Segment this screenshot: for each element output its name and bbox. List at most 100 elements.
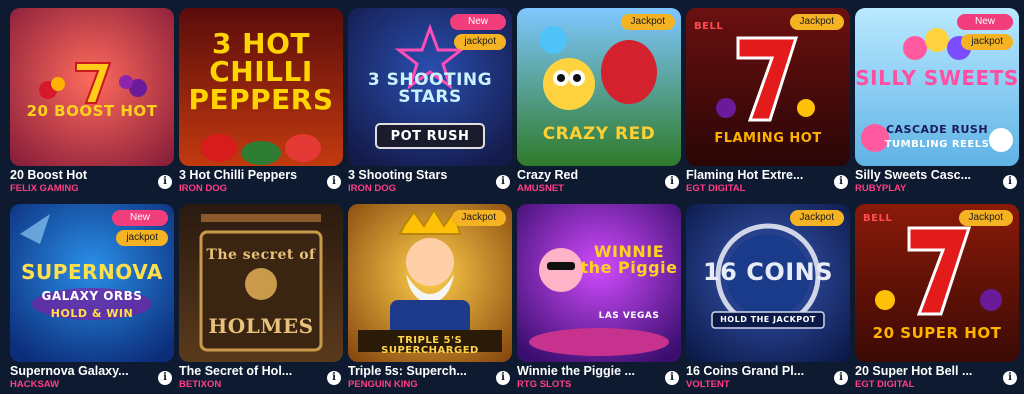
game-card-3-hot-chilli-peppers[interactable]: 3 HOT CHILLI PEPPERS 3 Hot Chilli Pepper… bbox=[179, 8, 343, 198]
game-provider: BETIXON bbox=[179, 379, 222, 390]
game-title[interactable]: 3 Shooting Stars bbox=[348, 168, 493, 182]
info-icon[interactable]: i bbox=[834, 371, 848, 385]
game-provider: PENGUIN KING bbox=[348, 379, 418, 390]
game-card-triple-5s-supercharged[interactable]: TRIPLE 5's SUPERCHARGED Jackpot Triple 5… bbox=[348, 204, 512, 394]
game-card-secret-of-holmes[interactable]: The secret of HOLMES The Secret of Hol..… bbox=[179, 204, 343, 394]
info-icon[interactable]: i bbox=[665, 371, 679, 385]
game-art-tagline: TUMBLING REELS bbox=[884, 139, 990, 150]
info-icon[interactable]: i bbox=[496, 371, 510, 385]
game-provider: EGT DIGITAL bbox=[855, 379, 915, 390]
badge-jackpot: Jackpot bbox=[789, 210, 844, 226]
game-thumbnail[interactable]: TRIPLE 5's SUPERCHARGED Jackpot bbox=[348, 204, 512, 362]
badge-jackpot: jackpot bbox=[961, 34, 1013, 50]
game-thumbnail[interactable]: 3 HOT CHILLI PEPPERS bbox=[179, 8, 343, 166]
game-provider: EGT DIGITAL bbox=[686, 183, 746, 194]
game-title[interactable]: 3 Hot Chilli Peppers bbox=[179, 168, 324, 182]
game-art-subtitle: POT RUSH bbox=[390, 129, 470, 144]
badge-jackpot: Jackpot bbox=[451, 210, 506, 226]
game-art-title: WINNIE the Piggie bbox=[580, 242, 678, 277]
info-icon[interactable]: i bbox=[327, 175, 341, 189]
game-title[interactable]: The Secret of Hol... bbox=[179, 364, 324, 378]
game-art-subtitle: HOLMES bbox=[208, 314, 314, 338]
game-title[interactable]: 20 Boost Hot bbox=[10, 168, 155, 182]
badge-group: New jackpot bbox=[449, 14, 506, 50]
game-thumbnail[interactable]: The secret of HOLMES bbox=[179, 204, 343, 362]
badge-group: Jackpot bbox=[789, 14, 844, 30]
game-art-title: SILLY SWEETS bbox=[855, 66, 1019, 90]
game-title[interactable]: Crazy Red bbox=[517, 168, 662, 182]
info-icon[interactable]: i bbox=[1003, 371, 1017, 385]
badge-jackpot: Jackpot bbox=[789, 14, 844, 30]
game-thumbnail[interactable]: 20 BOOST HOT bbox=[10, 8, 174, 166]
detective-icon bbox=[179, 204, 343, 362]
badge-new: New bbox=[956, 14, 1013, 30]
game-thumbnail[interactable]: SUPERNOVA GALAXY ORBS HOLD & WIN New jac… bbox=[10, 204, 174, 362]
game-art-title: 3 HOT CHILLI PEPPERS bbox=[188, 27, 334, 116]
game-card-20-super-hot-bell[interactable]: BELL 20 SUPER HOT Jackpot 20 Super Hot B… bbox=[855, 204, 1019, 394]
game-title[interactable]: Flaming Hot Extre... bbox=[686, 168, 831, 182]
game-card-20-boost-hot[interactable]: 20 BOOST HOT 20 Boost Hot FELIX GAMING i bbox=[10, 8, 174, 198]
game-provider: VOLTENT bbox=[686, 379, 730, 390]
game-title[interactable]: 20 Super Hot Bell ... bbox=[855, 364, 1000, 378]
game-art-tagline: HOLD & WIN bbox=[50, 307, 134, 320]
badge-new: New bbox=[449, 14, 506, 30]
game-title[interactable]: Silly Sweets Casc... bbox=[855, 168, 1000, 182]
game-art-title: 16 COINS bbox=[702, 258, 834, 286]
game-thumbnail[interactable]: SILLY SWEETS CASCADE RUSH TUMBLING REELS… bbox=[855, 8, 1019, 166]
badge-jackpot: Jackpot bbox=[958, 210, 1013, 226]
game-provider: IRON DOG bbox=[348, 183, 397, 194]
game-title[interactable]: Winnie the Piggie ... bbox=[517, 364, 662, 378]
info-icon[interactable]: i bbox=[158, 175, 172, 189]
game-card-winnie-the-piggie[interactable]: WINNIE the Piggie LAS VEGAS Winnie the P… bbox=[517, 204, 681, 394]
badge-jackpot: jackpot bbox=[454, 34, 506, 50]
pig-icon bbox=[517, 204, 681, 362]
game-provider: RTG SLOTS bbox=[517, 379, 572, 390]
game-art-title: SUPERNOVA bbox=[21, 260, 163, 284]
game-provider: IRON DOG bbox=[179, 183, 228, 194]
game-art-subtitle: CASCADE RUSH bbox=[885, 123, 989, 136]
game-card-3-shooting-stars[interactable]: 3 SHOOTING STARS POT RUSH New jackpot 3 … bbox=[348, 8, 512, 198]
game-card-silly-sweets-cascade[interactable]: SILLY SWEETS CASCADE RUSH TUMBLING REELS… bbox=[855, 8, 1019, 198]
game-card-flaming-hot-extreme[interactable]: BELL FLAMING HOT Jackpot Flaming Hot Ext… bbox=[686, 8, 850, 198]
game-provider: HACKSAW bbox=[10, 379, 60, 390]
info-icon[interactable]: i bbox=[834, 175, 848, 189]
game-card-16-coins-grand-platinum[interactable]: 16 COINS HOLD THE JACKPOT Jackpot 16 Coi… bbox=[686, 204, 850, 394]
game-art-brand: BELL bbox=[694, 21, 724, 32]
game-thumbnail[interactable]: BELL 20 SUPER HOT Jackpot bbox=[855, 204, 1019, 362]
info-icon[interactable]: i bbox=[1003, 175, 1017, 189]
game-grid: 20 BOOST HOT 20 Boost Hot FELIX GAMING i… bbox=[0, 0, 1024, 394]
game-provider: FELIX GAMING bbox=[10, 183, 79, 194]
info-icon[interactable]: i bbox=[327, 371, 341, 385]
badge-jackpot: Jackpot bbox=[620, 14, 675, 30]
badge-group: New jackpot bbox=[111, 210, 168, 246]
game-thumbnail[interactable]: WINNIE the Piggie LAS VEGAS bbox=[517, 204, 681, 362]
badge-group: Jackpot bbox=[620, 14, 675, 30]
badge-group: Jackpot bbox=[789, 210, 844, 226]
game-art-title: 20 BOOST HOT bbox=[26, 102, 158, 120]
badge-group: Jackpot bbox=[958, 210, 1013, 226]
game-card-supernova-galaxy-orbs[interactable]: SUPERNOVA GALAXY ORBS HOLD & WIN New jac… bbox=[10, 204, 174, 394]
game-thumbnail[interactable]: 16 COINS HOLD THE JACKPOT Jackpot bbox=[686, 204, 850, 362]
game-thumbnail[interactable]: 3 SHOOTING STARS POT RUSH New jackpot bbox=[348, 8, 512, 166]
info-icon[interactable]: i bbox=[665, 175, 679, 189]
badge-jackpot: jackpot bbox=[116, 230, 168, 246]
game-art-title: CRAZY RED bbox=[542, 124, 656, 144]
info-icon[interactable]: i bbox=[158, 371, 172, 385]
badge-new: New bbox=[111, 210, 168, 226]
game-art-title: The secret of bbox=[206, 247, 316, 263]
game-art-subtitle: LAS VEGAS bbox=[598, 311, 660, 321]
game-provider: AMUSNET bbox=[517, 183, 564, 194]
game-art-title: 3 SHOOTING STARS bbox=[367, 70, 493, 107]
game-art-subtitle: HOLD THE JACKPOT bbox=[720, 315, 816, 324]
game-title[interactable]: Supernova Galaxy... bbox=[10, 364, 155, 378]
game-title[interactable]: Triple 5s: Superch... bbox=[348, 364, 493, 378]
game-card-crazy-red[interactable]: CRAZY RED Jackpot Crazy Red AMUSNET i bbox=[517, 8, 681, 198]
game-thumbnail[interactable]: BELL FLAMING HOT Jackpot bbox=[686, 8, 850, 166]
badge-group: Jackpot bbox=[451, 210, 506, 226]
game-title[interactable]: 16 Coins Grand Pl... bbox=[686, 364, 831, 378]
game-thumbnail[interactable]: CRAZY RED Jackpot bbox=[517, 8, 681, 166]
cherry-seven-icon bbox=[10, 8, 174, 166]
game-art-brand: BELL bbox=[863, 213, 893, 224]
game-art-title: TRIPLE 5's SUPERCHARGED bbox=[381, 335, 479, 356]
info-icon[interactable]: i bbox=[496, 175, 510, 189]
